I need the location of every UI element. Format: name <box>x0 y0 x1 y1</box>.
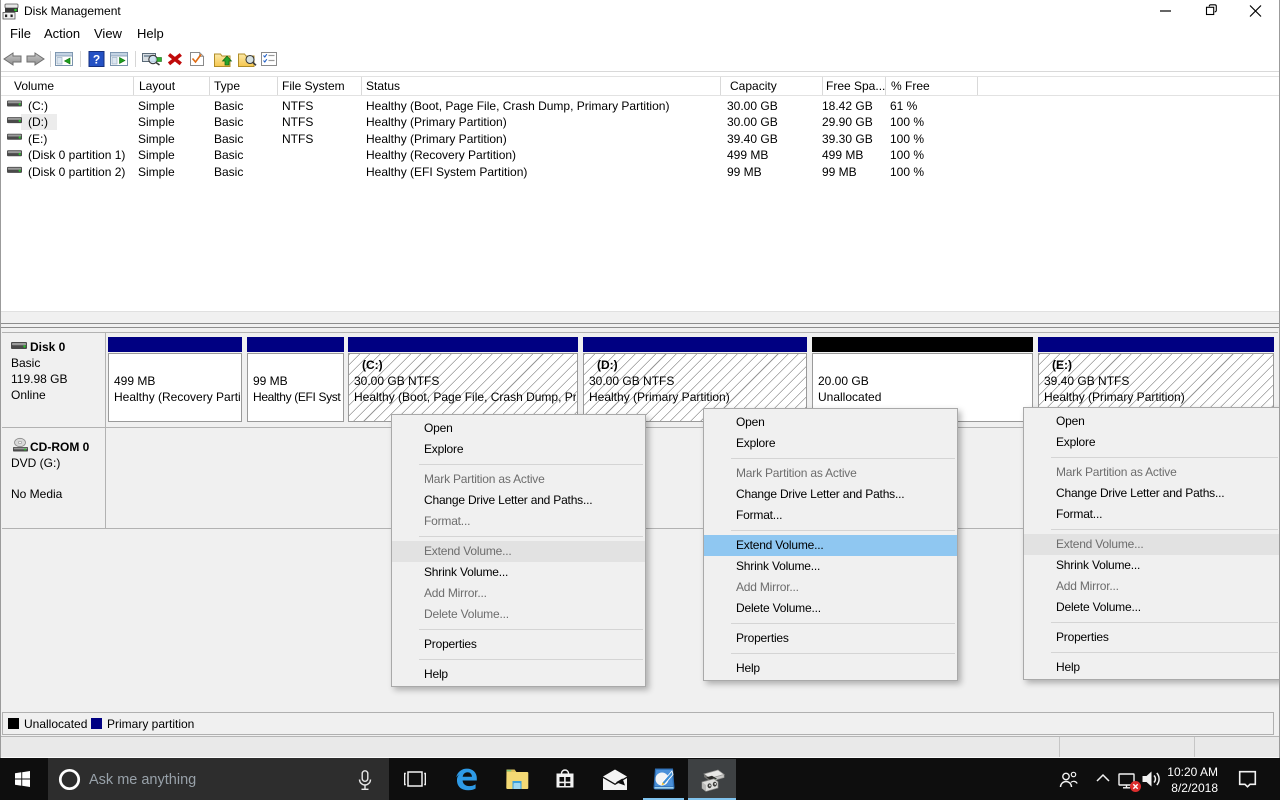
svg-text:?: ? <box>93 53 100 67</box>
